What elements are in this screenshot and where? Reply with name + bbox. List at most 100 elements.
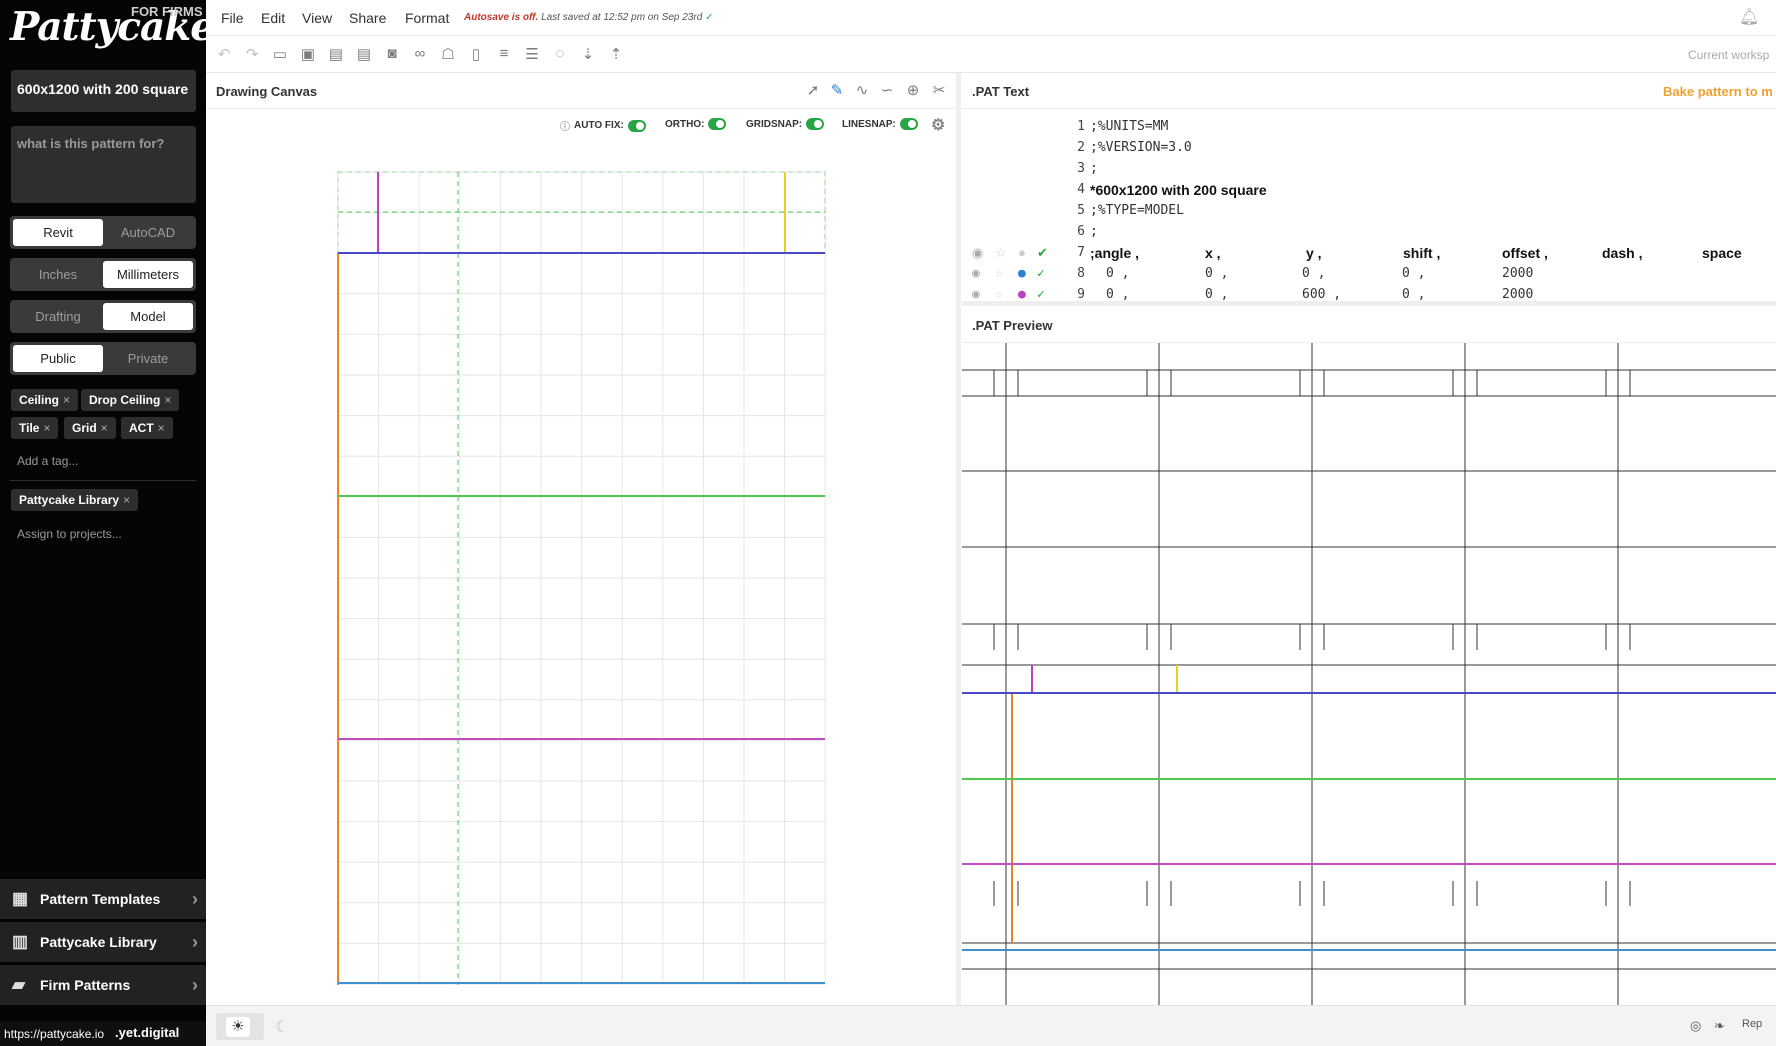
camera-icon[interactable]: ◙ xyxy=(382,45,402,62)
drop-icon[interactable]: ● xyxy=(1018,245,1026,260)
align-justify-icon[interactable]: ☰ xyxy=(522,45,542,63)
menu-view[interactable]: View xyxy=(302,10,332,26)
check-icon[interactable]: ✓ xyxy=(1037,287,1045,301)
sort-up-icon[interactable]: ⇡ xyxy=(606,45,626,63)
remove-tag-icon[interactable]: × xyxy=(164,393,171,407)
software-autocad-button[interactable]: AutoCAD xyxy=(103,219,193,246)
crosshair-icon[interactable]: ⊕ xyxy=(903,81,923,99)
star-icon[interactable]: ☆ xyxy=(995,245,1007,261)
check-circle-icon[interactable]: ✔ xyxy=(1037,245,1048,261)
star-icon[interactable]: ☆ xyxy=(995,266,1003,281)
pattern-description-input[interactable]: what is this pattern for? xyxy=(11,126,196,203)
ghost-icon[interactable]: ☖ xyxy=(438,45,458,63)
bell-icon[interactable]: 🔔︎ xyxy=(1739,7,1759,27)
redo-icon[interactable]: ↷ xyxy=(242,45,262,63)
current-workspace-label[interactable]: Current worksp xyxy=(1688,48,1769,62)
pat-preview-canvas[interactable] xyxy=(962,343,1776,1005)
panel-splitter-vertical[interactable] xyxy=(956,73,961,1005)
menu-edit[interactable]: Edit xyxy=(261,10,285,26)
line-number: 8 xyxy=(1077,266,1085,281)
code-line: 3; xyxy=(962,161,1776,182)
toggle-switch[interactable] xyxy=(899,118,918,130)
type-model-button[interactable]: Model xyxy=(103,303,193,330)
twitter-icon[interactable]: ❧ xyxy=(1714,1018,1725,1034)
instagram-icon[interactable]: ◎ xyxy=(1690,1018,1701,1034)
gridsnap-toggle[interactable]: GRIDSNAP: xyxy=(746,118,825,130)
units-inches-button[interactable]: Inches xyxy=(13,261,103,288)
sun-icon[interactable]: ☀ xyxy=(226,1017,250,1037)
menu-format[interactable]: Format xyxy=(405,10,449,26)
eye-icon[interactable]: ◉ xyxy=(972,266,980,281)
menu-share[interactable]: Share xyxy=(349,10,386,26)
pat-text-header: .PAT Text Bake pattern to m xyxy=(962,73,1776,109)
pattern-name-input[interactable]: 600x1200 with 200 square xyxy=(11,70,196,112)
align-left-icon[interactable]: ≡ xyxy=(494,45,514,62)
nav-pattycake-library[interactable]: ▥ Pattycake Library › xyxy=(0,922,206,962)
pen-icon[interactable]: ✎ xyxy=(827,81,847,99)
comment-icon[interactable]: ◌ xyxy=(550,45,570,62)
report-link[interactable]: Rep xyxy=(1742,1018,1762,1030)
clipboard-icon[interactable]: ▯ xyxy=(466,45,486,63)
toggle-switch[interactable] xyxy=(627,119,646,132)
assign-projects-input[interactable]: Assign to projects... xyxy=(17,527,122,541)
units-millimeters-button[interactable]: Millimeters xyxy=(103,261,193,288)
pat-code-editor[interactable]: 1 ;%UNITS=MM 2 ;%VERSION=3.0 3; 4 *600x1200… xyxy=(962,112,1776,301)
export-icon[interactable]: ▤ xyxy=(326,45,346,63)
eye-icon[interactable]: ◉ xyxy=(972,287,980,301)
drop-icon[interactable]: ● xyxy=(1018,287,1026,301)
sort-down-icon[interactable]: ⇣ xyxy=(578,45,598,63)
tag-chip: Tile × xyxy=(11,417,59,439)
code-text: ; xyxy=(1090,161,1098,176)
polyline-icon[interactable]: ∿ xyxy=(852,81,872,99)
nav-pattern-templates[interactable]: ▦ Pattern Templates › xyxy=(0,879,206,919)
visibility-public-button[interactable]: Public xyxy=(13,345,103,372)
drawing-canvas[interactable] xyxy=(206,145,956,1005)
menu-bar: File Edit View Share Format Autosave is … xyxy=(206,0,1776,36)
status-tail: .yet.digital xyxy=(115,1025,180,1040)
scissors-icon[interactable]: ✂ xyxy=(929,81,949,99)
pattern-type-toggle: Drafting Model xyxy=(10,300,196,333)
canvas-settings-gear-icon[interactable]: ⚙ xyxy=(931,115,945,135)
theme-toggle[interactable]: ☀ ☾ xyxy=(216,1013,289,1040)
moon-icon[interactable]: ☾ xyxy=(275,1017,289,1037)
remove-project-icon[interactable]: × xyxy=(123,493,130,507)
star-icon[interactable]: ☆ xyxy=(995,287,1003,301)
chevron-right-icon: › xyxy=(192,974,198,995)
code-text: ;%VERSION=3.0 xyxy=(1090,140,1192,155)
software-revit-button[interactable]: Revit xyxy=(13,219,103,246)
bake-pattern-button[interactable]: Bake pattern to m xyxy=(1663,84,1773,99)
remove-tag-icon[interactable]: × xyxy=(63,393,70,407)
add-tag-input[interactable]: Add a tag... xyxy=(17,454,78,468)
linesnap-toggle[interactable]: LINESNAP: xyxy=(842,118,918,130)
type-drafting-button[interactable]: Drafting xyxy=(13,303,103,330)
auto-fix-toggle[interactable]: ⓘ AUTO FIX: xyxy=(560,118,646,133)
remove-tag-icon[interactable]: × xyxy=(158,421,165,435)
line-number: 1 xyxy=(1077,119,1085,134)
eye-icon[interactable]: ◉ xyxy=(972,245,983,261)
pointer-icon[interactable]: ➚ xyxy=(803,81,823,99)
curve-icon[interactable]: ∽ xyxy=(877,81,897,99)
panel-splitter-horizontal[interactable] xyxy=(962,301,1776,306)
remove-tag-icon[interactable]: × xyxy=(43,421,50,435)
save-icon[interactable]: ▣ xyxy=(298,45,318,63)
import-icon[interactable]: ▤ xyxy=(354,45,374,63)
toggle-switch[interactable] xyxy=(806,118,825,130)
visibility-private-button[interactable]: Private xyxy=(103,345,193,372)
val-shift: 0 , xyxy=(1402,287,1426,301)
open-icon[interactable]: ▭ xyxy=(270,45,290,63)
code-line: 4 *600x1200 with 200 square xyxy=(962,182,1776,203)
undo-icon[interactable]: ↶ xyxy=(214,45,234,63)
pat-preview-title: .PAT Preview xyxy=(972,318,1053,333)
nav-firm-patterns[interactable]: ▰ Firm Patterns › xyxy=(0,965,206,1005)
drop-icon[interactable]: ● xyxy=(1018,266,1026,281)
line-number: 3 xyxy=(1077,161,1085,176)
link-icon[interactable]: ∞ xyxy=(410,45,430,62)
remove-tag-icon[interactable]: × xyxy=(101,421,108,435)
toggle-switch[interactable] xyxy=(708,118,727,130)
sidebar: Pattycake FOR FIRMS 600x1200 with 200 sq… xyxy=(0,0,215,1046)
menu-file[interactable]: File xyxy=(221,10,244,26)
col-angle: ;angle , xyxy=(1090,245,1140,261)
chevron-right-icon: › xyxy=(192,888,198,909)
check-icon[interactable]: ✓ xyxy=(1037,266,1045,281)
ortho-toggle[interactable]: ORTHO: xyxy=(665,118,727,130)
